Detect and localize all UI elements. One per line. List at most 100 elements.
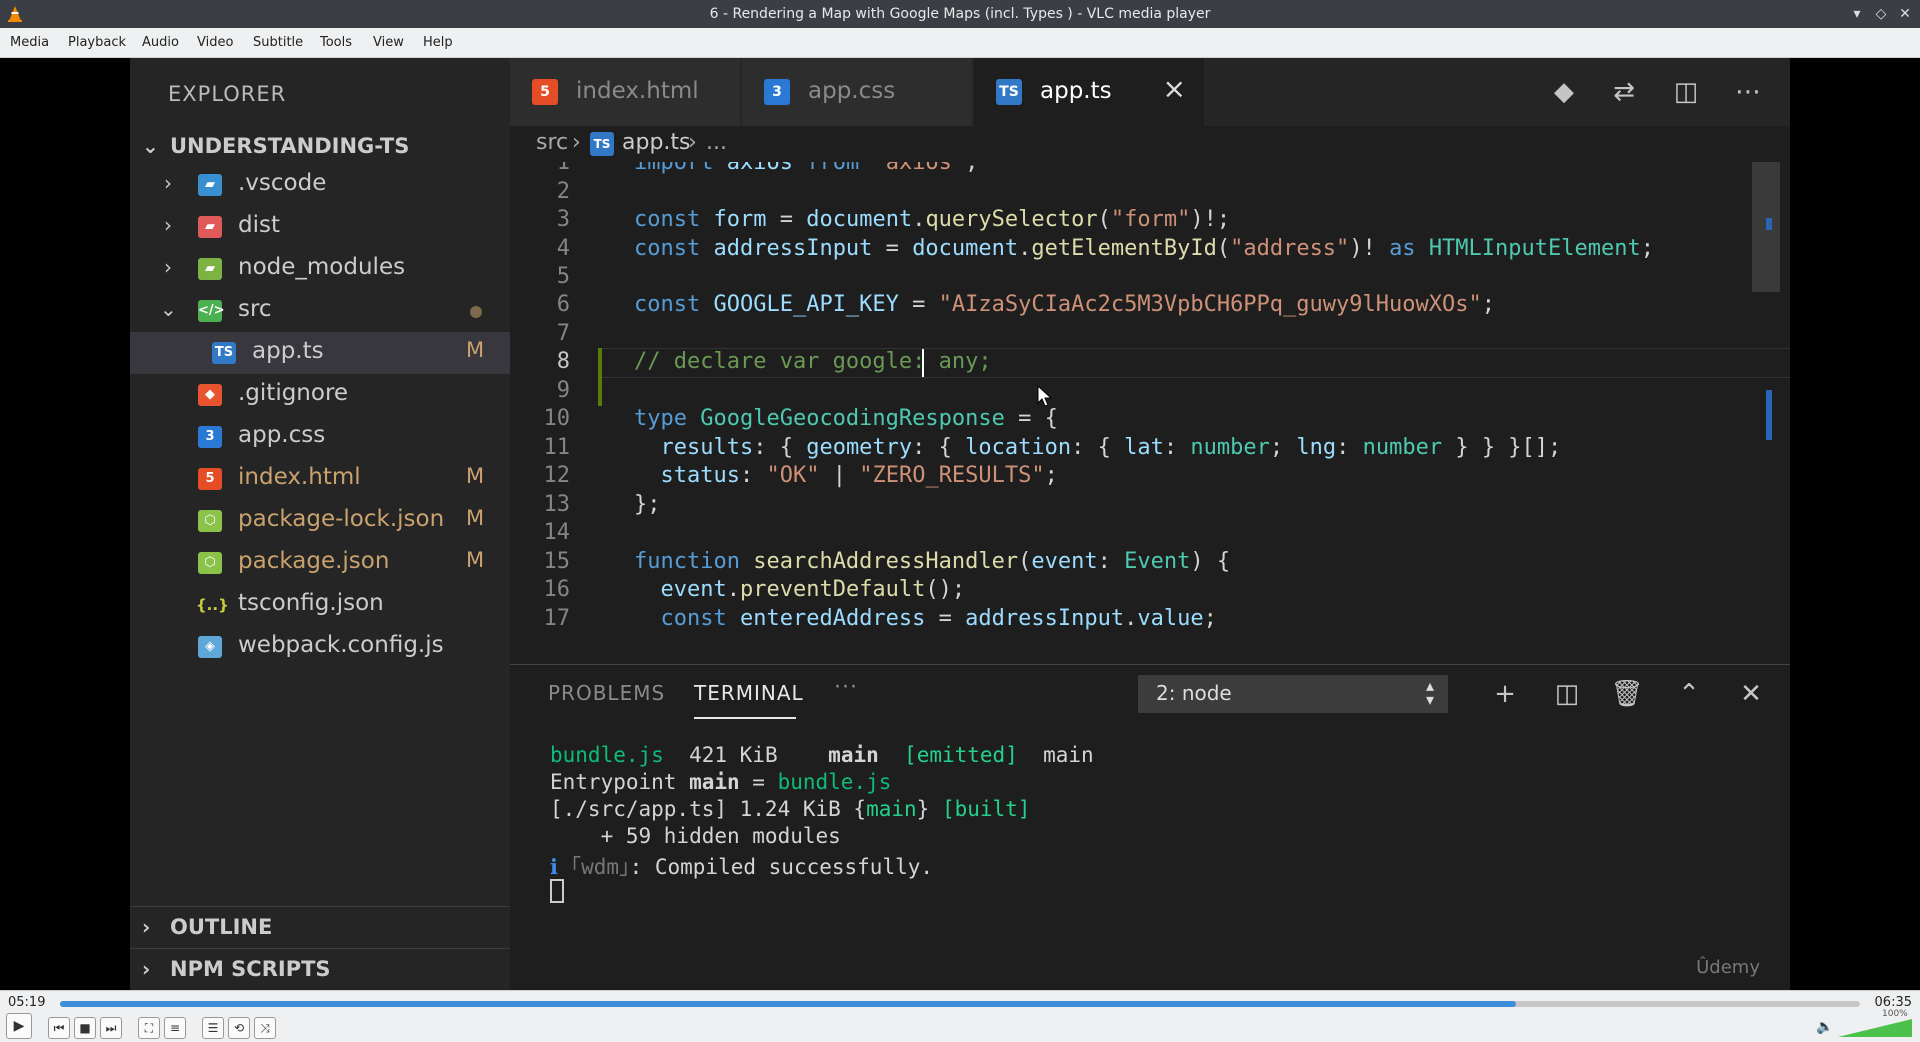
code-line: function searchAddressHandler(event: Eve…	[634, 549, 1231, 574]
menu-help[interactable]: Help	[423, 35, 453, 50]
play-button[interactable]: ▶	[6, 1013, 32, 1039]
tree-file-gitignore[interactable]: ◆ .gitignore	[130, 374, 510, 416]
compare-changes-icon[interactable]: ⇄	[1606, 74, 1642, 110]
line-number: 14	[543, 520, 571, 545]
menu-media[interactable]: Media	[10, 35, 49, 50]
menu-view[interactable]: View	[373, 35, 404, 50]
terminal-cursor	[550, 878, 1094, 905]
time-elapsed: 05:19	[8, 995, 46, 1010]
chevron-right-icon: ›	[688, 130, 697, 155]
menu-audio[interactable]: Audio	[142, 35, 179, 50]
npm-scripts-header[interactable]: › NPM SCRIPTS	[130, 948, 510, 990]
loop-button[interactable]: ⟲	[228, 1017, 250, 1039]
tab-label: index.html	[576, 78, 699, 104]
volume-slider[interactable]	[1838, 1019, 1912, 1037]
terminal-line: [./src/app.ts] 1.24 KiB {main} [built]	[550, 797, 1031, 821]
breadcrumb-file[interactable]: app.ts	[622, 130, 691, 155]
chevron-right-icon: ›	[164, 255, 172, 279]
tree-file-package-json[interactable]: ⬡ package.json M	[130, 542, 510, 584]
next-button[interactable]: ⏭	[100, 1017, 122, 1039]
volume-icon[interactable]: 🔈	[1816, 1019, 1833, 1035]
modified-gutter-bar	[598, 348, 602, 406]
folder-dist-icon: ▰	[198, 216, 222, 238]
explorer-sidebar: EXPLORER ⌄ UNDERSTANDING-TS › ▰ .vscode …	[130, 58, 510, 990]
git-branch-icon[interactable]: ◆	[1546, 74, 1582, 110]
menu-playback[interactable]: Playback	[68, 35, 126, 50]
html-file-icon: 5	[532, 79, 558, 105]
terminal-line: bundle.js 421 KiB main [emitted] main	[550, 743, 1094, 767]
tree-folder-src[interactable]: ⌄ </> src	[130, 290, 510, 332]
outline-header[interactable]: › OUTLINE	[130, 906, 510, 948]
extended-settings-button[interactable]: ≡	[164, 1017, 186, 1039]
modified-badge: M	[466, 464, 485, 488]
modified-badge: M	[466, 338, 485, 362]
tree-file-index-html[interactable]: 5 index.html M	[130, 458, 510, 500]
stop-button[interactable]: ■	[74, 1017, 96, 1039]
tab-terminal[interactable]: TERMINAL	[694, 681, 804, 705]
tree-label: package-lock.json	[238, 506, 445, 532]
code-line: results: { geometry: { location: { lat: …	[660, 435, 1562, 460]
menu-subtitle[interactable]: Subtitle	[253, 35, 303, 50]
window-title: 6 - Rendering a Map with Google Maps (in…	[709, 6, 1211, 22]
select-arrows-icon: ▴ ▾	[1425, 676, 1434, 709]
split-terminal-icon[interactable]: ◫	[1550, 677, 1584, 711]
tab-problems[interactable]: PROBLEMS	[548, 681, 665, 705]
code-editor[interactable]: 1 2 3 4 5 6 7 8 9 10 11 12 13 14 15 16 1…	[510, 162, 1790, 662]
modified-badge: M	[466, 506, 485, 530]
tree-folder-node-modules[interactable]: › ▰ node_modules	[130, 248, 510, 290]
seek-bar[interactable]	[60, 1001, 1860, 1007]
video-area[interactable]: EXPLORER ⌄ UNDERSTANDING-TS › ▰ .vscode …	[0, 58, 1920, 990]
tree-file-tsconfig[interactable]: {..} tsconfig.json	[130, 584, 510, 626]
tab-app-css[interactable]: 3 app.css	[742, 58, 972, 126]
tree-folder-vscode[interactable]: › ▰ .vscode	[130, 164, 510, 206]
trash-icon[interactable]: 🗑	[1610, 677, 1644, 711]
chevron-down-icon: ⌄	[160, 297, 177, 321]
breadcrumb-more[interactable]: ...	[706, 130, 727, 155]
project-header[interactable]: ⌄ UNDERSTANDING-TS	[130, 126, 510, 168]
maximize-icon[interactable]: ◇	[1872, 5, 1890, 23]
split-editor-icon[interactable]: ◫	[1668, 74, 1704, 110]
close-panel-icon[interactable]: ✕	[1734, 677, 1768, 711]
breadcrumb-folder[interactable]: src	[536, 130, 568, 155]
line-number: 5	[556, 264, 570, 289]
player-controls: 05:19 06:35 ▶ ⏮ ■ ⏭ ⛶ ≡ ☰ ⟲ ⤨ 🔈 100%	[0, 990, 1920, 1042]
shuffle-button[interactable]: ⤨	[254, 1017, 276, 1039]
fullscreen-button[interactable]: ⛶	[138, 1017, 160, 1039]
folder-node-icon: ▰	[198, 258, 222, 280]
terminal-select[interactable]: 2: node ▴ ▾	[1138, 675, 1448, 713]
menu-video[interactable]: Video	[197, 35, 233, 50]
terminal-output[interactable]: bundle.js 421 KiB main [emitted] main En…	[550, 743, 1094, 905]
close-tab-icon[interactable]: ×	[1163, 72, 1186, 105]
title-bar: 6 - Rendering a Map with Google Maps (in…	[0, 0, 1920, 28]
panel-more-icon[interactable]: ···	[834, 675, 858, 700]
close-window-icon[interactable]: ✕	[1896, 5, 1914, 23]
css-file-icon: 3	[764, 79, 790, 105]
tree-file-package-lock[interactable]: ⬡ package-lock.json M	[130, 500, 510, 542]
maximize-panel-icon[interactable]: ⌃	[1672, 677, 1706, 711]
playlist-button[interactable]: ☰	[202, 1017, 224, 1039]
tab-index-html[interactable]: 5 index.html	[510, 58, 740, 126]
chevron-right-icon: ›	[572, 130, 581, 155]
line-number: 1	[556, 162, 570, 175]
editor-tabs: 5 index.html 3 app.css TS app.ts × ◆ ⇄ ◫…	[510, 58, 1790, 126]
code-line: };	[634, 492, 661, 517]
new-terminal-icon[interactable]: +	[1488, 677, 1522, 711]
tree-label: package.json	[238, 548, 390, 574]
tree-file-webpack[interactable]: ◈ webpack.config.js	[130, 626, 510, 668]
tree-folder-dist[interactable]: › ▰ dist	[130, 206, 510, 248]
bottom-panel: PROBLEMS TERMINAL ··· 2: node ▴ ▾ + ◫ 🗑 ⌃…	[510, 664, 1790, 990]
tree-file-app-css[interactable]: 3 app.css	[130, 416, 510, 458]
line-number: 11	[543, 435, 571, 460]
previous-button[interactable]: ⏮	[48, 1017, 70, 1039]
menu-tools[interactable]: Tools	[320, 35, 352, 50]
more-actions-icon[interactable]: ⋯	[1730, 74, 1766, 110]
line-number: 4	[556, 236, 570, 261]
minimize-icon[interactable]: ▾	[1848, 5, 1866, 23]
line-number: 9	[556, 378, 570, 403]
modified-dot	[470, 306, 482, 318]
tree-file-app-ts[interactable]: TS app.ts M	[130, 332, 510, 374]
tree-label: webpack.config.js	[238, 632, 444, 658]
code-line: const addressInput = document.getElement…	[634, 236, 1654, 261]
tab-app-ts[interactable]: TS app.ts ×	[974, 58, 1204, 126]
chevron-right-icon: ›	[164, 213, 172, 237]
